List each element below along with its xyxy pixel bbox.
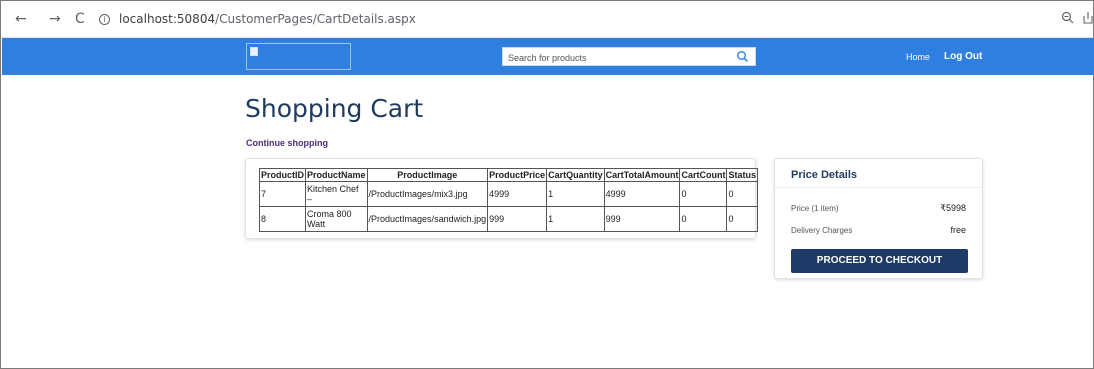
cell-cart-quantity: 1 — [546, 206, 605, 232]
cell-product-name: Kitchen Chef – — [305, 181, 368, 207]
search-icon[interactable] — [736, 50, 749, 63]
cell-cart-count: 0 — [679, 181, 728, 207]
cell-product-price: 999 — [487, 206, 548, 232]
search-box — [502, 47, 756, 67]
price-label: Price (1 item) — [791, 204, 839, 213]
table-row: 8 Croma 800 Watt /ProductImages/sandwich… — [258, 206, 758, 232]
page-title: Shopping Cart — [245, 94, 424, 123]
price-value: ₹5998 — [940, 203, 966, 213]
share-icon[interactable] — [1083, 11, 1093, 27]
nav-home-link[interactable]: Home — [906, 52, 930, 62]
cell-product-name: Croma 800 Watt — [305, 206, 368, 232]
cart-card: ProductID ProductName ProductImage Produ… — [245, 158, 758, 239]
url-host: localhost:50804 — [119, 12, 216, 26]
back-icon[interactable]: ← — [15, 11, 27, 27]
reload-icon[interactable]: C — [75, 11, 85, 27]
delivery-charges-label: Delivery Charges — [791, 226, 853, 235]
forward-icon[interactable]: → — [49, 11, 61, 27]
cell-product-id: 7 — [258, 181, 307, 207]
site-info-icon[interactable]: i — [99, 13, 110, 25]
delivery-charges-value: free — [950, 225, 966, 235]
cell-cart-quantity: 1 — [546, 181, 605, 207]
browser-toolbar: ← → C i localhost:50804/CustomerPages/Ca… — [1, 1, 1093, 38]
column-header: CartCount — [679, 168, 728, 182]
table-row: 7 Kitchen Chef – /ProductImages/mix3.jpg… — [258, 181, 758, 207]
zoom-icon[interactable] — [1061, 11, 1074, 27]
column-header: Status — [726, 168, 758, 182]
continue-shopping-link[interactable]: Continue shopping — [246, 138, 328, 148]
site-logo[interactable] — [246, 43, 351, 70]
column-header: CartQuantity — [546, 168, 605, 182]
cell-status: 0 — [726, 206, 758, 232]
price-details-title: Price Details — [791, 169, 858, 181]
divider — [775, 187, 982, 188]
broken-image-icon — [250, 47, 258, 56]
address-bar[interactable]: i localhost:50804/CustomerPages/CartDeta… — [99, 12, 416, 26]
column-header: ProductPrice — [487, 168, 548, 182]
browser-window: ← → C i localhost:50804/CustomerPages/Ca… — [0, 0, 1094, 369]
column-header: ProductName — [305, 168, 368, 182]
nav-logout-link[interactable]: Log Out — [944, 51, 982, 62]
cell-product-image: /ProductImages/sandwich.jpg — [366, 206, 489, 232]
cell-product-id: 8 — [258, 206, 307, 232]
column-header: ProductImage — [366, 168, 489, 182]
cell-cart-total: 4999 — [603, 181, 681, 207]
table-header-row: ProductID ProductName ProductImage Produ… — [258, 168, 758, 182]
cell-product-price: 4999 — [487, 181, 548, 207]
cell-cart-count: 0 — [679, 206, 728, 232]
search-input[interactable] — [503, 49, 723, 67]
proceed-to-checkout-button[interactable]: PROCEED TO CHECKOUT — [791, 249, 968, 273]
url-path: /CustomerPages/CartDetails.aspx — [215, 12, 416, 26]
cell-cart-total: 999 — [603, 206, 681, 232]
price-details-card: Price Details Price (1 item) ₹5998 Deliv… — [774, 158, 983, 279]
site-header: Home Log Out — [2, 38, 1094, 75]
column-header: ProductID — [258, 168, 307, 182]
cart-table: ProductID ProductName ProductImage Produ… — [258, 168, 758, 232]
column-header: CartTotalAmount — [603, 168, 681, 182]
cell-product-image: /ProductImages/mix3.jpg — [366, 181, 489, 207]
cell-status: 0 — [726, 181, 758, 207]
